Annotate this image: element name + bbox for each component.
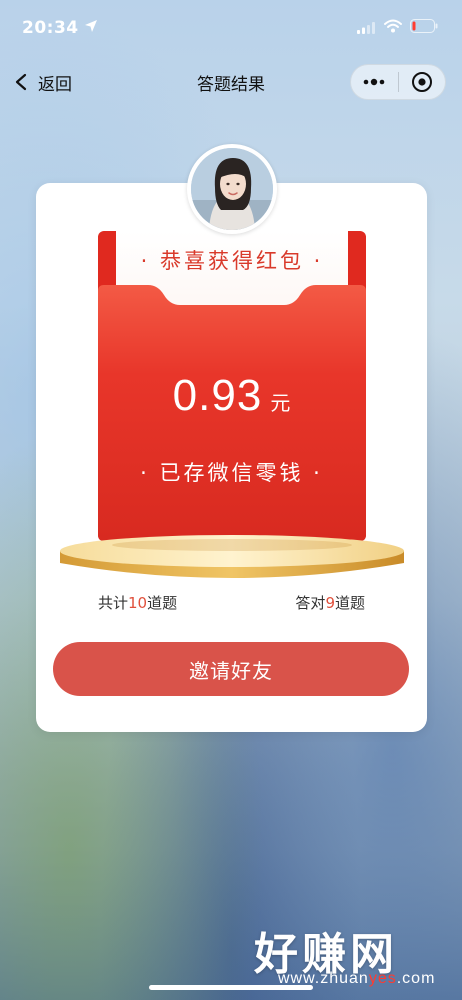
quiz-stats: 共计10道题 答对9道题 bbox=[98, 592, 365, 613]
status-bar: 20:34 bbox=[0, 0, 462, 56]
total-questions: 共计10道题 bbox=[98, 592, 177, 613]
miniprogram-capsule bbox=[350, 64, 446, 100]
correct-prefix: 答对 bbox=[295, 594, 326, 612]
total-prefix: 共计 bbox=[98, 594, 129, 612]
amount-unit: 元 bbox=[270, 391, 291, 415]
congrats-title: · 恭喜获得红包 · bbox=[140, 249, 324, 273]
signal-icon bbox=[357, 22, 375, 34]
location-arrow-icon bbox=[85, 20, 97, 32]
close-circle-icon[interactable] bbox=[398, 64, 445, 100]
correct-suffix: 道题 bbox=[334, 594, 365, 612]
wifi-icon bbox=[384, 19, 402, 33]
more-dots-icon[interactable] bbox=[351, 64, 398, 100]
invite-friends-button[interactable]: 邀请好友 bbox=[53, 642, 409, 696]
amount-value: 0.93 bbox=[172, 371, 263, 420]
correct-answers: 答对9道题 bbox=[295, 592, 365, 613]
correct-count: 9 bbox=[325, 594, 335, 612]
avatar bbox=[187, 144, 277, 234]
total-count: 10 bbox=[128, 594, 148, 612]
status-time: 20:34 bbox=[22, 18, 79, 38]
result-card: · 恭喜获得红包 · 0.93 元 · 已存微信零钱 · 共计10道题 答对9道… bbox=[36, 183, 427, 732]
gold-pedestal bbox=[60, 535, 404, 578]
watermark: 好赚网 www.zhuanyes.com bbox=[250, 918, 450, 990]
home-indicator bbox=[149, 985, 313, 990]
total-suffix: 道题 bbox=[147, 594, 178, 612]
amount-row: 0.93 元 bbox=[36, 371, 427, 421]
battery-icon bbox=[410, 19, 438, 33]
nav-bar: 返回 答题结果 bbox=[0, 58, 462, 106]
watermark-url-post: .com bbox=[396, 970, 436, 987]
saved-to-wallet-text: · 已存微信零钱 · bbox=[140, 461, 323, 485]
watermark-url-highlight: yes bbox=[368, 970, 397, 987]
